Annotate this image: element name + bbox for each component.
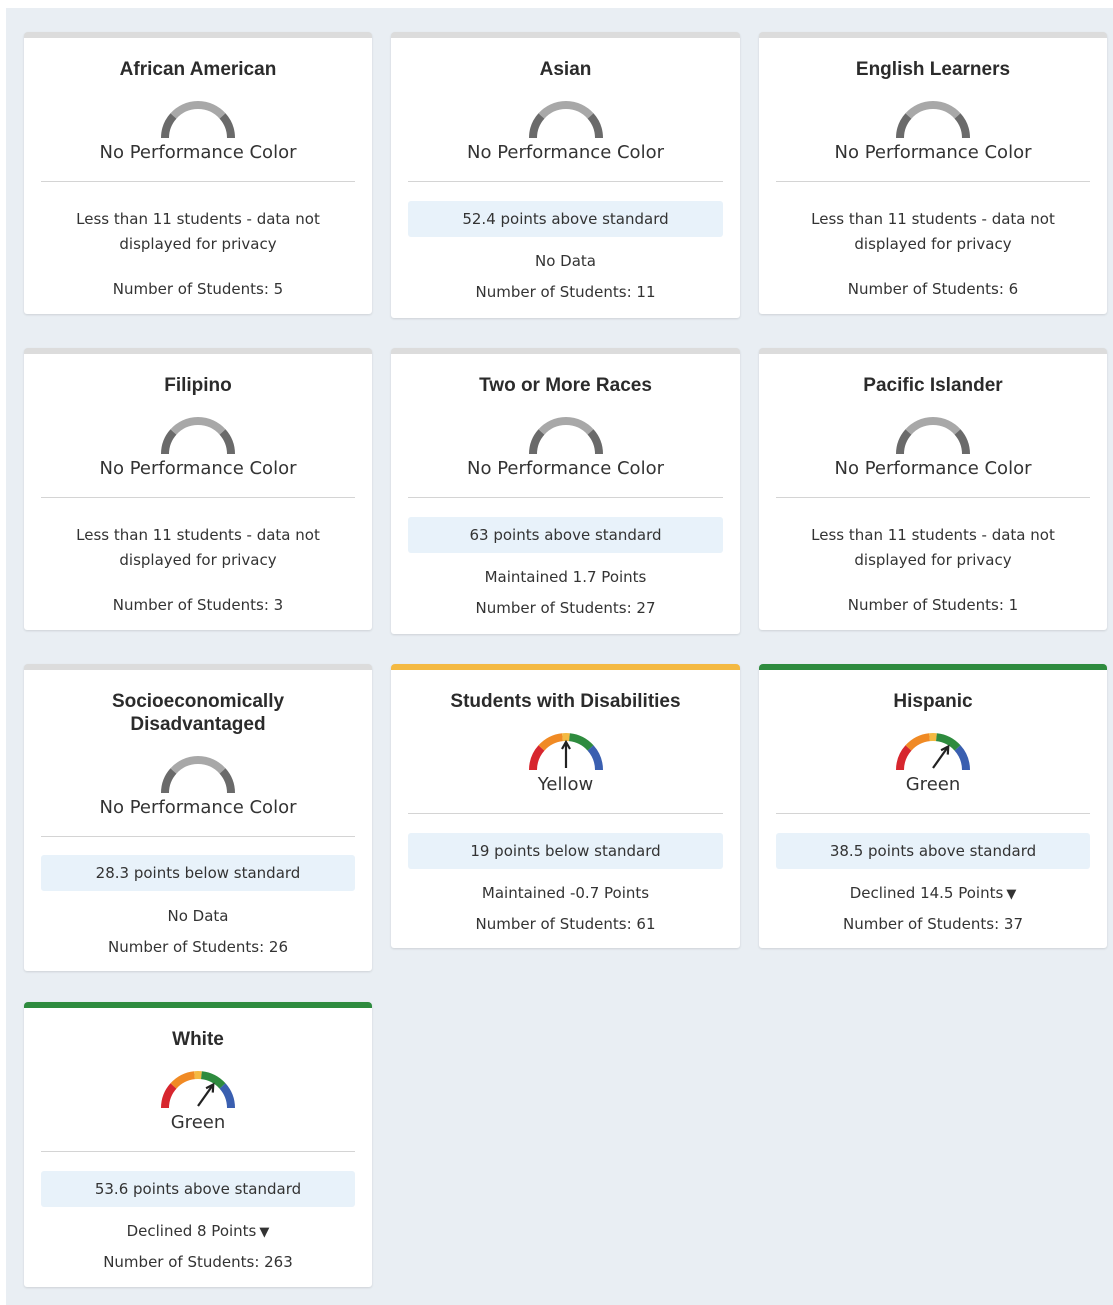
divider: [408, 181, 723, 182]
privacy-notice: Less than 11 students - data not display…: [76, 210, 320, 253]
student-group-card[interactable]: Socioeconomically Disadvantaged No Perfo…: [24, 664, 372, 971]
triangle-down-icon: ▼: [259, 1225, 270, 1240]
student-group-card[interactable]: Two or More Races No Performance Color 6…: [391, 348, 740, 634]
privacy-notice: Less than 11 students - data not display…: [76, 526, 320, 569]
student-count: Number of Students: 5: [112, 280, 284, 298]
student-count: Number of Students: 263: [103, 1253, 293, 1271]
card-title: White: [172, 1029, 224, 1050]
divider: [41, 181, 355, 182]
change-text: Maintained 1.7 Points: [391, 567, 740, 587]
student-group-card[interactable]: Students with Disabilities Yellow 19 poi…: [391, 664, 740, 948]
change-text: No Data: [391, 251, 740, 271]
status-box: 53.6 points above standard: [41, 1171, 355, 1207]
change-label: No Data: [167, 907, 229, 925]
triangle-down-icon: ▼: [1006, 887, 1017, 902]
performance-gauge-icon: [153, 410, 243, 458]
performance-color-label: No Performance Color: [834, 142, 1032, 163]
performance-color-label: No Performance Color: [467, 142, 664, 163]
status-box: 28.3 points below standard: [41, 855, 355, 891]
student-group-card[interactable]: Pacific Islander No Performance Color Le…: [759, 348, 1107, 630]
change-text: Declined 8 Points ▼: [24, 1221, 372, 1243]
change-label: Maintained 1.7 Points: [484, 568, 647, 586]
performance-gauge-icon: [888, 410, 978, 458]
performance-gauge-icon: [888, 94, 978, 142]
change-text: Declined 14.5 Points ▼: [759, 883, 1107, 905]
change-label: Maintained -0.7 Points: [481, 884, 650, 902]
status-box: 19 points below standard: [408, 833, 723, 869]
card-title: Asian: [539, 59, 592, 80]
card-title: Filipino: [164, 375, 232, 396]
status-box: 52.4 points above standard: [408, 201, 723, 237]
divider: [408, 813, 723, 814]
divider: [41, 1151, 355, 1152]
divider: [776, 497, 1090, 498]
student-count: Number of Students: 6: [847, 280, 1019, 298]
change-text: No Data: [24, 906, 372, 926]
student-count: Number of Students: 27: [475, 599, 656, 617]
divider: [41, 836, 355, 837]
performance-gauge-icon: [521, 410, 611, 458]
performance-gauge-icon: [888, 726, 978, 774]
change-text: Maintained -0.7 Points: [391, 883, 740, 903]
student-count: Number of Students: 3: [112, 596, 284, 614]
student-count: Number of Students: 61: [475, 915, 656, 933]
card-title: English Learners: [855, 59, 1011, 80]
performance-color-label: No Performance Color: [99, 458, 297, 479]
student-count: Number of Students: 26: [107, 938, 289, 956]
performance-color-label: Green: [170, 1112, 226, 1133]
performance-color-label: No Performance Color: [99, 142, 297, 163]
student-group-card[interactable]: African American No Performance Color Le…: [24, 32, 372, 314]
card-title: Socioeconomically Disadvantaged: [111, 691, 285, 735]
performance-color-label: No Performance Color: [99, 797, 297, 818]
student-count: Number of Students: 11: [475, 283, 656, 301]
student-count: Number of Students: 1: [847, 596, 1019, 614]
card-title: Pacific Islander: [863, 375, 1003, 396]
performance-color-label: No Performance Color: [467, 458, 664, 479]
privacy-notice: Less than 11 students - data not display…: [811, 210, 1055, 253]
card-title: Two or More Races: [479, 375, 652, 396]
performance-gauge-icon: [153, 1064, 243, 1112]
card-title: Students with Disabilities: [450, 691, 681, 712]
student-group-card[interactable]: Asian No Performance Color 52.4 points a…: [391, 32, 740, 318]
dashboard-panel: African American No Performance Color Le…: [6, 8, 1113, 1305]
student-group-card[interactable]: Filipino No Performance Color Less than …: [24, 348, 372, 630]
performance-gauge-icon: [521, 94, 611, 142]
performance-gauge-icon: [153, 749, 243, 797]
card-title: African American: [119, 59, 277, 80]
page-canvas: African American No Performance Color Le…: [0, 0, 1113, 1305]
student-group-card[interactable]: English Learners No Performance Color Le…: [759, 32, 1107, 314]
student-count: Number of Students: 37: [842, 915, 1024, 933]
student-group-card[interactable]: Hispanic Green 38.5 points above standar…: [759, 664, 1107, 948]
divider: [41, 497, 355, 498]
status-box: 38.5 points above standard: [776, 833, 1090, 869]
status-box: 63 points above standard: [408, 517, 723, 553]
performance-gauge-icon: [153, 94, 243, 142]
performance-color-label: Green: [905, 774, 961, 795]
performance-color-label: Yellow: [537, 774, 594, 795]
divider: [776, 181, 1090, 182]
student-group-card[interactable]: White Green 53.6 points above standard D…: [24, 1002, 372, 1287]
divider: [408, 497, 723, 498]
performance-gauge-icon: [521, 726, 611, 774]
card-title: Hispanic: [893, 691, 973, 712]
divider: [776, 813, 1090, 814]
change-label: No Data: [535, 252, 596, 270]
change-label: Declined 14.5 Points: [849, 884, 1004, 902]
privacy-notice: Less than 11 students - data not display…: [811, 526, 1055, 569]
performance-color-label: No Performance Color: [834, 458, 1032, 479]
change-label: Declined 8 Points: [126, 1222, 257, 1240]
